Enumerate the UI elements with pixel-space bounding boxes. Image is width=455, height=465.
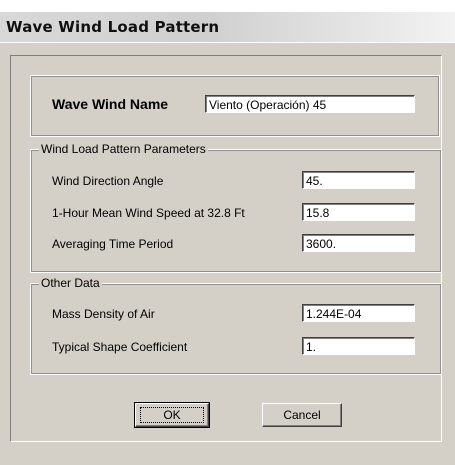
wave-wind-name-label: Wave Wind Name <box>52 96 169 112</box>
title-bar[interactable]: Wave Wind Load Pattern <box>0 12 455 42</box>
window-title: Wave Wind Load Pattern <box>6 18 220 36</box>
ok-focus-rect <box>140 407 204 423</box>
dialog-body: Wave Wind Name Viento (Operación) 45 Win… <box>0 42 455 465</box>
mean-wind-speed-input[interactable]: 15.8 <box>302 203 415 221</box>
mass-density-air-label: Mass Density of Air <box>52 307 155 321</box>
wind-direction-angle-input[interactable]: 45. <box>302 171 415 189</box>
mass-density-air-input[interactable]: 1.244E-04 <box>302 304 415 322</box>
other-data-group: Other Data <box>30 276 442 375</box>
mean-wind-speed-label: 1-Hour Mean Wind Speed at 32.8 Ft <box>52 206 245 220</box>
shape-coefficient-input[interactable]: 1. <box>302 337 415 355</box>
wind-direction-angle-label: Wind Direction Angle <box>52 174 164 188</box>
shape-coefficient-label: Typical Shape Coefficient <box>52 340 188 354</box>
wave-wind-name-input[interactable]: Viento (Operación) 45 <box>205 95 415 113</box>
cancel-button-label: Cancel <box>283 408 321 422</box>
ok-button[interactable]: OK <box>134 402 210 428</box>
other-data-title: Other Data <box>39 276 102 290</box>
wind-params-title: Wind Load Pattern Parameters <box>39 142 208 156</box>
averaging-time-period-input[interactable]: 3600. <box>302 234 415 252</box>
cancel-button[interactable]: Cancel <box>262 403 342 427</box>
averaging-time-period-label: Averaging Time Period <box>52 237 174 251</box>
